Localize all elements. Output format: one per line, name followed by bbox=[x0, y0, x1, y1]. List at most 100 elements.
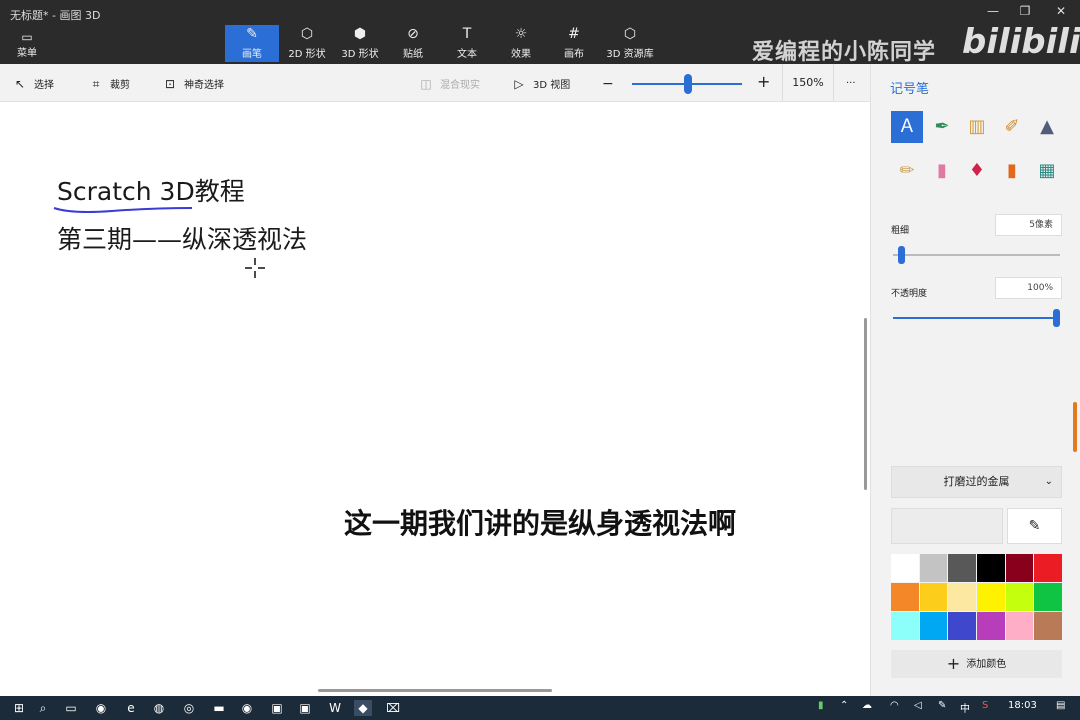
crop-button[interactable]: ⌗ 裁剪 bbox=[88, 76, 130, 92]
color-swatch[interactable] bbox=[948, 612, 976, 640]
tool-effects[interactable]: ☼ 效果 bbox=[494, 25, 548, 62]
brush-pencil[interactable]: ✏ bbox=[891, 155, 923, 187]
zoom-slider-thumb[interactable] bbox=[684, 74, 692, 94]
shapes-2d-icon: ⬡ bbox=[300, 26, 314, 42]
drawing-canvas[interactable]: Scratch 3D教程 第三期——纵深透视法 bbox=[0, 102, 870, 696]
brush-oil[interactable]: ▥ bbox=[961, 111, 993, 143]
zoom-level[interactable]: 150% bbox=[782, 64, 834, 101]
chrome-icon[interactable]: ◎ bbox=[180, 700, 198, 716]
add-color-label: 添加颜色 bbox=[966, 659, 1007, 670]
color-swatch[interactable] bbox=[976, 554, 1005, 582]
horizontal-scrollbar[interactable] bbox=[318, 689, 552, 692]
tool-stickers[interactable]: ⊘ 贴纸 bbox=[386, 25, 440, 62]
paint3d-icon[interactable]: ◆ bbox=[354, 700, 372, 716]
mixed-reality-button[interactable]: ◫ 混合现实 bbox=[418, 76, 480, 92]
close-button[interactable]: ✕ bbox=[1046, 4, 1076, 18]
zoom-in-button[interactable]: + bbox=[757, 74, 770, 90]
brush-calligraphy[interactable]: ✒ bbox=[926, 111, 958, 143]
select-label: 选择 bbox=[34, 80, 54, 91]
brush-marker[interactable]: Ａ bbox=[891, 111, 923, 143]
color-swatch[interactable] bbox=[1005, 583, 1034, 611]
magic-select-icon: ⊡ bbox=[164, 77, 176, 91]
opacity-label: 不透明度 bbox=[891, 289, 928, 299]
add-color-button[interactable]: + 添加颜色 bbox=[891, 650, 1062, 678]
brush-eraser[interactable]: ▮ bbox=[926, 155, 958, 187]
select-button[interactable]: ↖ 选择 bbox=[12, 76, 54, 92]
task-view-icon[interactable]: ▭ bbox=[62, 700, 80, 716]
color-swatch[interactable] bbox=[919, 583, 948, 611]
opacity-slider-track[interactable] bbox=[893, 317, 1060, 319]
calligraphy-pen-icon: ✒ bbox=[934, 116, 950, 137]
color-swatch[interactable] bbox=[976, 583, 1005, 611]
pen-icon[interactable]: ✎ bbox=[938, 700, 946, 711]
color-swatch[interactable] bbox=[948, 554, 976, 582]
app-green-icon[interactable]: ◉ bbox=[238, 700, 256, 716]
color-swatch[interactable] bbox=[891, 612, 919, 640]
canvas-icon: # bbox=[568, 26, 580, 42]
brush-watercolor[interactable]: ✐ bbox=[996, 111, 1028, 143]
clock[interactable]: 18:03 bbox=[1008, 700, 1037, 711]
app-blue-icon[interactable]: ▣ bbox=[296, 700, 314, 716]
more-button[interactable]: ··· bbox=[846, 76, 856, 92]
edge-icon[interactable]: e bbox=[122, 700, 140, 716]
tool-text[interactable]: T 文本 bbox=[440, 25, 494, 62]
thickness-input[interactable]: 5像素 bbox=[995, 214, 1062, 236]
chevron-up-icon[interactable]: ⌃ bbox=[840, 700, 848, 711]
mixed-reality-icon: ◫ bbox=[420, 77, 432, 91]
tool-3d-shapes[interactable]: ⬢ 3D 形状 bbox=[333, 25, 387, 62]
sogou-icon[interactable]: S bbox=[982, 700, 988, 711]
volume-icon[interactable]: ◁ bbox=[914, 700, 922, 711]
brush-pixel-pen[interactable]: ▲ bbox=[1031, 111, 1063, 143]
brush-spray-can[interactable]: ▮ bbox=[996, 155, 1028, 187]
color-swatch[interactable] bbox=[1034, 612, 1062, 640]
folder-icon: ▭ bbox=[21, 30, 33, 44]
color-swatch[interactable] bbox=[1034, 554, 1062, 582]
view-3d-label: 3D 视图 bbox=[533, 80, 571, 91]
brush-crayon[interactable]: ♦ bbox=[961, 155, 993, 187]
wps-icon[interactable]: W bbox=[326, 700, 344, 716]
start-icon[interactable]: ⊞ bbox=[10, 700, 28, 716]
color-swatch[interactable] bbox=[919, 612, 948, 640]
thickness-slider-track[interactable] bbox=[893, 254, 1060, 256]
vertical-scrollbar[interactable] bbox=[864, 318, 867, 490]
browser-icon[interactable]: ◉ bbox=[92, 700, 110, 716]
view-3d-button[interactable]: ▷ 3D 视图 bbox=[511, 76, 570, 92]
tool-2d-shapes[interactable]: ⬡ 2D 形状 bbox=[280, 25, 334, 62]
tool-3d-library[interactable]: ⬡ 3D 资源库 bbox=[602, 25, 658, 62]
oil-brush-icon: ▥ bbox=[968, 116, 986, 137]
bilibili-logo: bilibili bbox=[962, 22, 1080, 62]
notification-icon[interactable]: ▤ bbox=[1056, 700, 1065, 711]
magic-select-button[interactable]: ⊡ 神奇选择 bbox=[162, 76, 224, 92]
color-swatch[interactable] bbox=[1034, 583, 1062, 611]
thickness-slider-thumb[interactable] bbox=[898, 246, 906, 264]
opacity-slider-thumb[interactable] bbox=[1053, 309, 1060, 327]
color-swatch[interactable] bbox=[1005, 554, 1034, 582]
brush-fill[interactable]: ▦ bbox=[1031, 155, 1063, 187]
capcut-icon[interactable]: ⌧ bbox=[384, 700, 402, 716]
color-swatch[interactable] bbox=[919, 554, 948, 582]
search-icon[interactable]: ⌕ bbox=[34, 700, 52, 716]
color-swatch[interactable] bbox=[948, 583, 976, 611]
tool-canvas[interactable]: # 画布 bbox=[547, 25, 601, 62]
opacity-input[interactable]: 100% bbox=[995, 277, 1062, 299]
maximize-button[interactable]: ❐ bbox=[1010, 4, 1040, 18]
fill-bucket-icon: ▦ bbox=[1038, 160, 1056, 181]
panel-scrollbar[interactable] bbox=[1073, 402, 1077, 452]
ime-indicator[interactable]: 中 bbox=[960, 700, 970, 715]
file-explorer-icon[interactable]: ▬ bbox=[210, 700, 228, 716]
network-icon[interactable]: ◠ bbox=[890, 700, 899, 711]
wechat-icon[interactable]: ◍ bbox=[150, 700, 168, 716]
minimize-button[interactable]: — bbox=[978, 4, 1008, 18]
brush-panel: 记号笔 Ａ ✒ ▥ ✐ ▲ ✏ ▮ ♦ ▮ ▦ 粗细 5像素 不透明度 100%… bbox=[870, 64, 1080, 696]
color-swatch[interactable] bbox=[891, 554, 919, 582]
onedrive-icon[interactable]: ☁ bbox=[862, 700, 872, 711]
app-window-icon[interactable]: ▣ bbox=[268, 700, 286, 716]
top-toolbar: 无标题* - 画图 3D — ❐ ✕ ▭ 菜单 ✎ 画笔 ⬡ 2D 形状 ⬢ 3… bbox=[0, 0, 1080, 65]
color-swatch[interactable] bbox=[891, 583, 919, 611]
menu-button[interactable]: ▭ 菜单 bbox=[6, 30, 48, 60]
tool-brushes[interactable]: ✎ 画笔 bbox=[225, 25, 279, 62]
color-swatch[interactable] bbox=[1005, 612, 1034, 640]
material-dropdown[interactable]: 打磨过的金属 ⌄ bbox=[891, 466, 1062, 498]
zoom-out-button[interactable]: − bbox=[602, 76, 614, 92]
color-swatch[interactable] bbox=[976, 612, 1005, 640]
